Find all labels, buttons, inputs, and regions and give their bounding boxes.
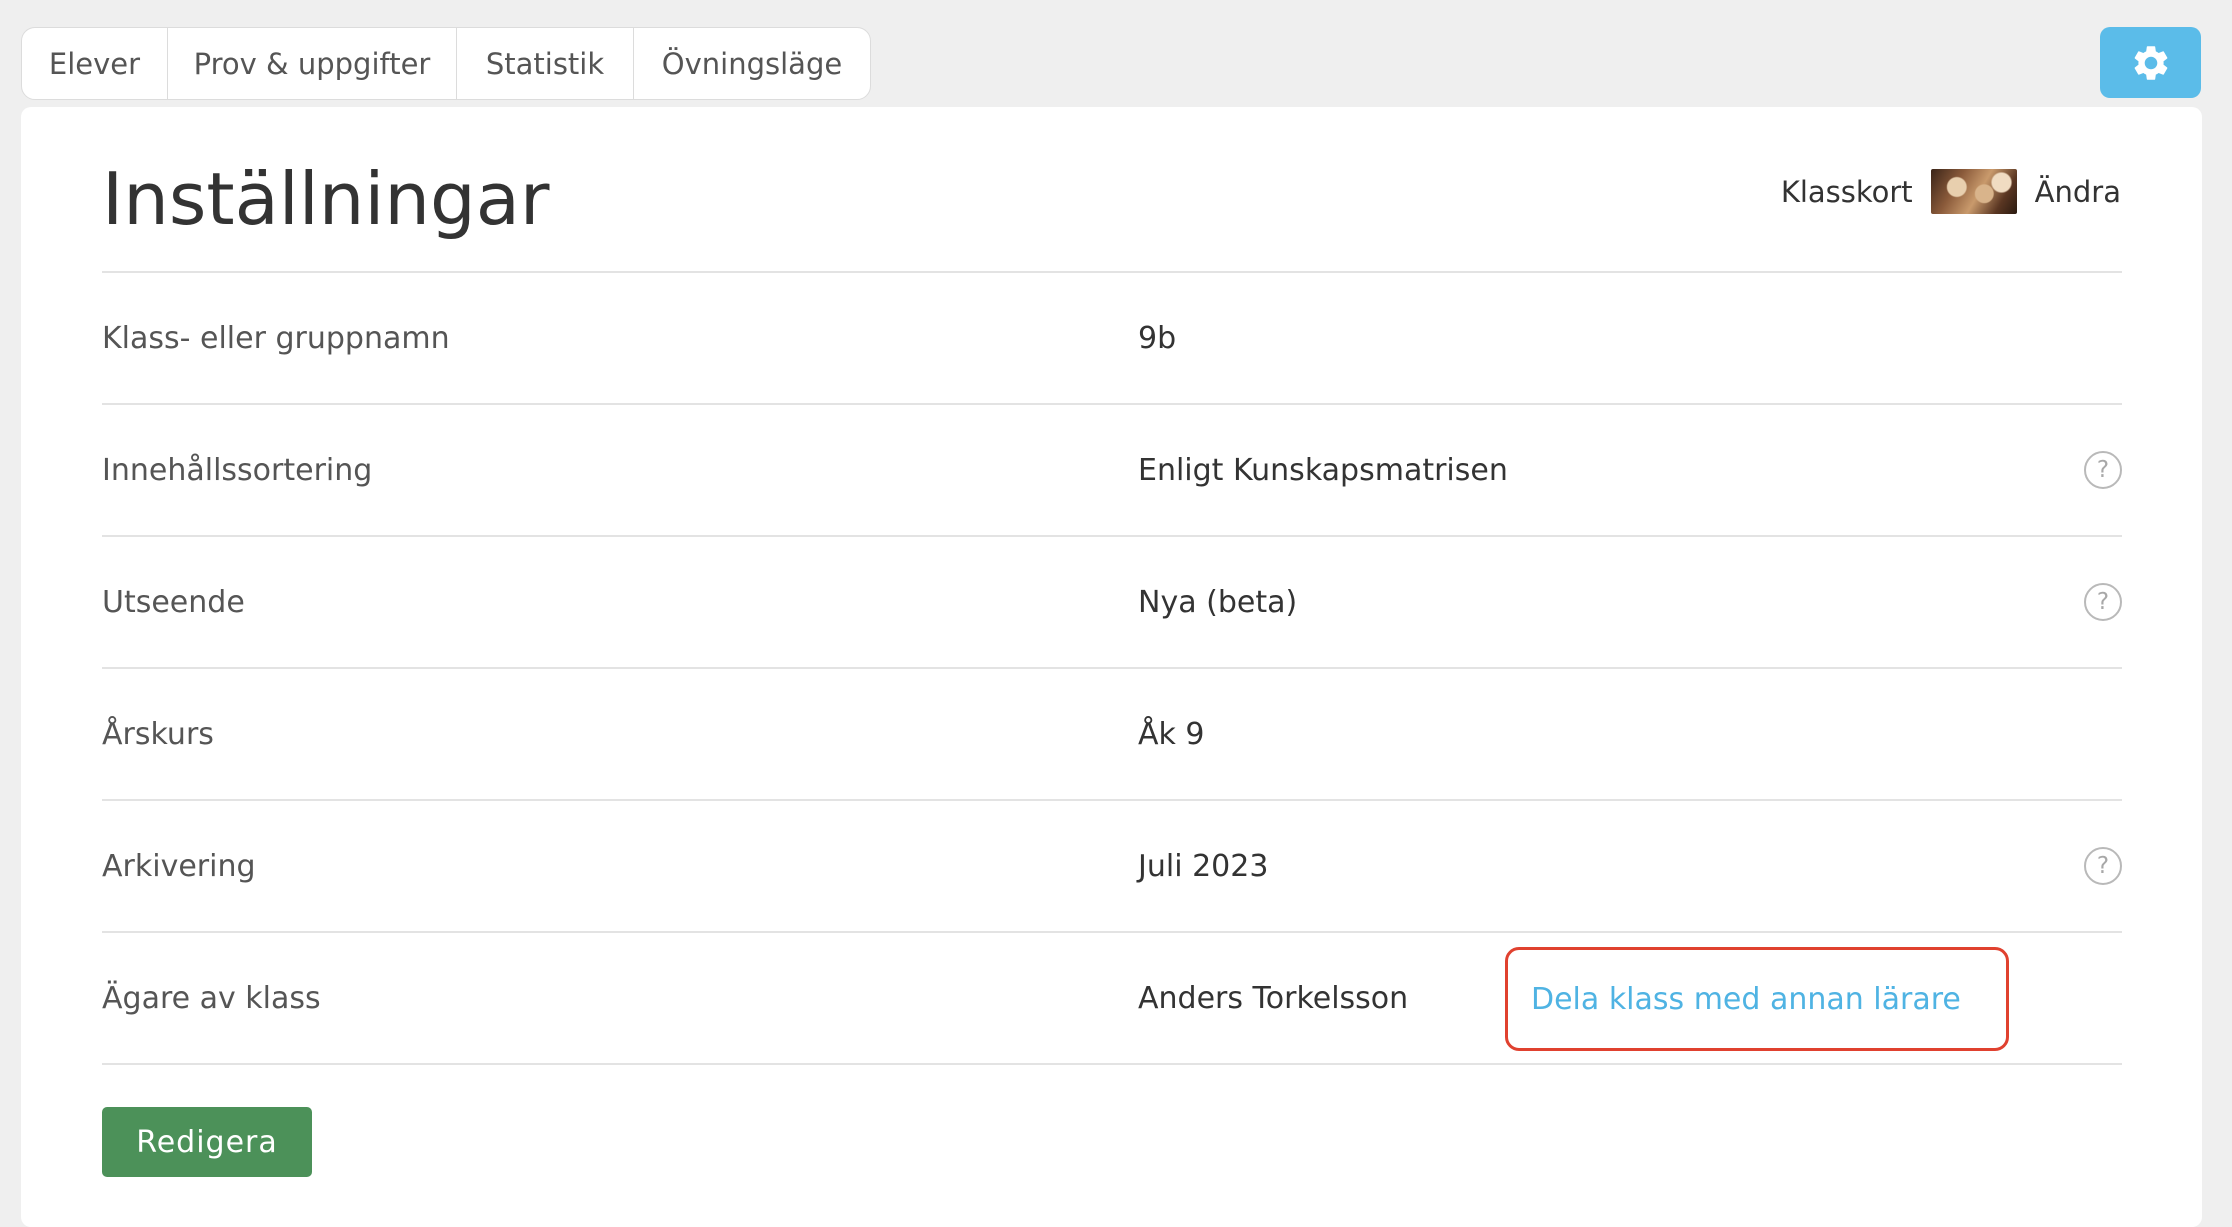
setting-label: Utseende [102,584,245,620]
tab-statistik[interactable]: Statistik [457,28,634,99]
edit-button[interactable]: Redigera [102,1107,312,1177]
settings-list: Klass- eller gruppnamn 9b Innehållssorte… [102,271,2122,1065]
classcard-image [1930,169,2017,214]
setting-row-content-sorting: Innehållssortering Enligt Kunskapsmatris… [102,405,2122,537]
setting-row-owner: Ägare av klass Anders Torkelsson Dela kl… [102,933,2122,1065]
setting-value: Åk 9 [1138,716,1205,752]
setting-value: 9b [1138,320,1177,356]
help-icon[interactable]: ? [2084,583,2122,621]
setting-label: Ägare av klass [102,980,321,1016]
setting-label: Klass- eller gruppnamn [102,320,450,356]
change-classcard-link[interactable]: Ändra [2035,175,2121,209]
setting-value: Enligt Kunskapsmatrisen [1138,452,1508,488]
help-icon[interactable]: ? [2084,847,2122,885]
tab-elever[interactable]: Elever [22,28,168,99]
share-class-link[interactable]: Dela klass med annan lärare [1505,947,2009,1051]
setting-value: Nya (beta) [1138,584,1298,620]
classcard: Klasskort Ändra [1781,169,2121,214]
gear-icon [2134,45,2167,80]
main-tabs: Elever Prov & uppgifter Statistik Övning… [21,27,871,100]
setting-row-archiving: Arkivering Juli 2023 ? [102,801,2122,933]
settings-card: Inställningar Klasskort Ändra Klass- ell… [21,107,2202,1227]
tab-ovningslage[interactable]: Övningsläge [634,28,870,99]
setting-row-appearance: Utseende Nya (beta) ? [102,537,2122,669]
setting-label: Arkivering [102,848,256,884]
setting-value: Anders Torkelsson [1138,980,1409,1016]
page-title: Inställningar [102,157,550,241]
setting-label: Årskurs [102,716,214,752]
settings-button[interactable] [2100,27,2201,98]
tab-prov-uppgifter[interactable]: Prov & uppgifter [168,28,457,99]
setting-row-grade: Årskurs Åk 9 [102,669,2122,801]
setting-value: Juli 2023 [1138,848,1269,884]
help-icon[interactable]: ? [2084,451,2122,489]
classcard-label: Klasskort [1780,174,1913,209]
setting-label: Innehållssortering [102,452,373,488]
setting-row-class-name: Klass- eller gruppnamn 9b [102,273,2122,405]
